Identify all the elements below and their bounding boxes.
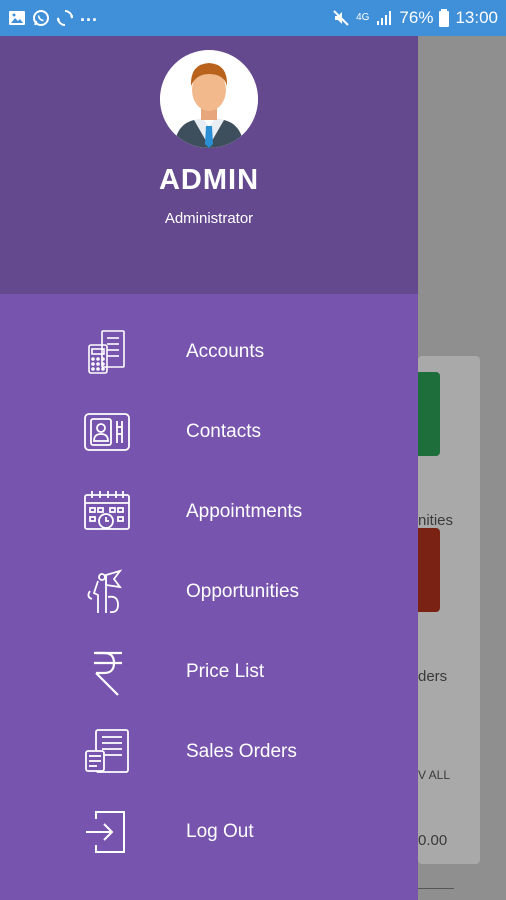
menu-item-log-out[interactable]: Log Out bbox=[0, 792, 418, 872]
user-name: ADMIN bbox=[158, 164, 260, 196]
clock: 13:00 bbox=[455, 8, 498, 27]
drawer-header: ADMIN Administrator bbox=[0, 36, 418, 294]
signal-icon bbox=[377, 11, 392, 25]
menu-item-sales-orders[interactable]: Sales Orders bbox=[0, 712, 418, 792]
contacts-icon bbox=[84, 413, 130, 451]
mute-icon bbox=[333, 10, 349, 26]
rupee-icon bbox=[94, 651, 122, 696]
background-tile-opportunities bbox=[418, 372, 440, 456]
opportunities-icon bbox=[87, 569, 123, 614]
navigation-drawer: ADMIN Administrator Accounts Contacts Ap… bbox=[0, 36, 418, 900]
menu-label-accounts: Accounts bbox=[186, 341, 265, 362]
menu-label-contacts: Contacts bbox=[186, 421, 261, 442]
logout-icon bbox=[86, 811, 125, 853]
image-icon bbox=[9, 11, 25, 25]
sales-orders-icon bbox=[85, 729, 129, 773]
avatar[interactable] bbox=[160, 50, 258, 148]
menu-label-appointments: Appointments bbox=[186, 501, 303, 522]
menu-label-sales-orders: Sales Orders bbox=[186, 741, 297, 762]
menu-item-accounts[interactable]: Accounts bbox=[0, 312, 418, 392]
overflow-indicator: ... bbox=[80, 4, 99, 25]
battery-icon bbox=[439, 9, 450, 27]
background-view-all: V ALL bbox=[418, 768, 451, 782]
menu-item-price-list[interactable]: Price List bbox=[0, 632, 418, 712]
whatsapp-icon bbox=[33, 10, 49, 26]
menu-label-price-list: Price List bbox=[186, 661, 265, 682]
background-label-orders: ders bbox=[418, 668, 448, 685]
calendar-icon bbox=[84, 491, 130, 530]
accounts-icon bbox=[88, 330, 125, 374]
status-bar: ... 4G 76% 13:00 bbox=[0, 0, 506, 36]
menu-item-opportunities[interactable]: Opportunities bbox=[0, 552, 418, 632]
menu-item-contacts[interactable]: Contacts bbox=[0, 392, 418, 472]
background-amount: 0.00 bbox=[418, 832, 448, 849]
menu-label-log-out: Log Out bbox=[186, 821, 254, 842]
menu-item-appointments[interactable]: Appointments bbox=[0, 472, 418, 552]
background-label-opportunities: nities bbox=[418, 512, 454, 529]
user-avatar-icon bbox=[160, 50, 258, 148]
menu-label-opportunities: Opportunities bbox=[186, 581, 300, 602]
battery-percent: 76% bbox=[399, 8, 434, 27]
network-type: 4G bbox=[356, 12, 370, 23]
user-role: Administrator bbox=[164, 210, 254, 227]
background-divider bbox=[418, 888, 454, 889]
sync-icon bbox=[57, 10, 73, 26]
background-tile-orders bbox=[418, 528, 440, 612]
